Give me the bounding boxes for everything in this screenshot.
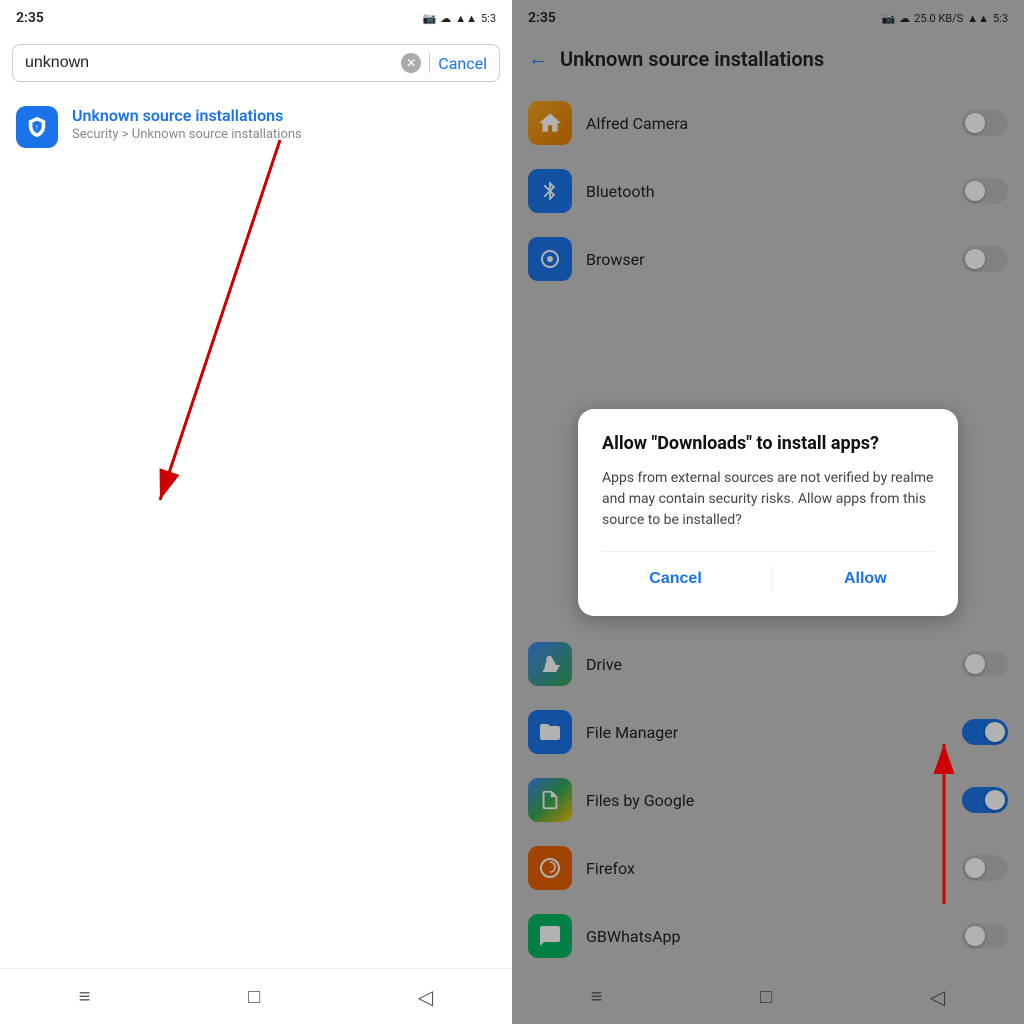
result-security-icon: ! [16,106,58,148]
nav-menu-left[interactable]: ≡ [79,984,91,1009]
status-icons-left: 📷 ☁ ▲▲ 5:3 [422,12,496,25]
dialog-overlay: Allow "Downloads" to install apps? Apps … [512,0,1024,1024]
result-text: Unknown source installations Security > … [72,106,496,142]
status-time-left: 2:35 [16,10,44,26]
result-title-rest: source installations [143,106,284,125]
dialog-actions: Cancel Allow [602,551,934,592]
dialog: Allow "Downloads" to install apps? Apps … [578,409,958,616]
arrow-annotation-left [80,120,340,540]
nav-back-left[interactable]: ◁ [418,985,433,1009]
status-bar-left: 2:35 📷 ☁ ▲▲ 5:3 [0,0,512,36]
right-panel: 2:35 📷 ☁ 25.0 KB/S ▲▲ 5:3 ← Unknown sour… [512,0,1024,1024]
left-panel: 2:35 📷 ☁ ▲▲ 5:3 ✕ Cancel ! Unknown sourc… [0,0,512,1024]
svg-text:!: ! [36,124,38,133]
result-subtitle: Security > Unknown source installations [72,127,496,142]
search-divider [429,53,430,73]
result-title-highlight: Unknown [72,106,139,125]
search-clear-button[interactable]: ✕ [401,53,421,73]
dialog-title: Allow "Downloads" to install apps? [602,433,934,454]
nav-home-left[interactable]: □ [248,984,260,1009]
bottom-nav-left: ≡ □ ◁ [0,968,512,1024]
dialog-allow-button[interactable]: Allow [820,566,911,592]
search-cancel-button[interactable]: Cancel [438,54,487,73]
search-bar[interactable]: ✕ Cancel [12,44,500,82]
dialog-cancel-button[interactable]: Cancel [625,566,725,592]
dialog-body: Apps from external sources are not verif… [602,468,934,531]
result-title: Unknown source installations [72,106,496,125]
search-result-item[interactable]: ! Unknown source installations Security … [0,90,512,164]
search-input[interactable] [25,54,393,72]
